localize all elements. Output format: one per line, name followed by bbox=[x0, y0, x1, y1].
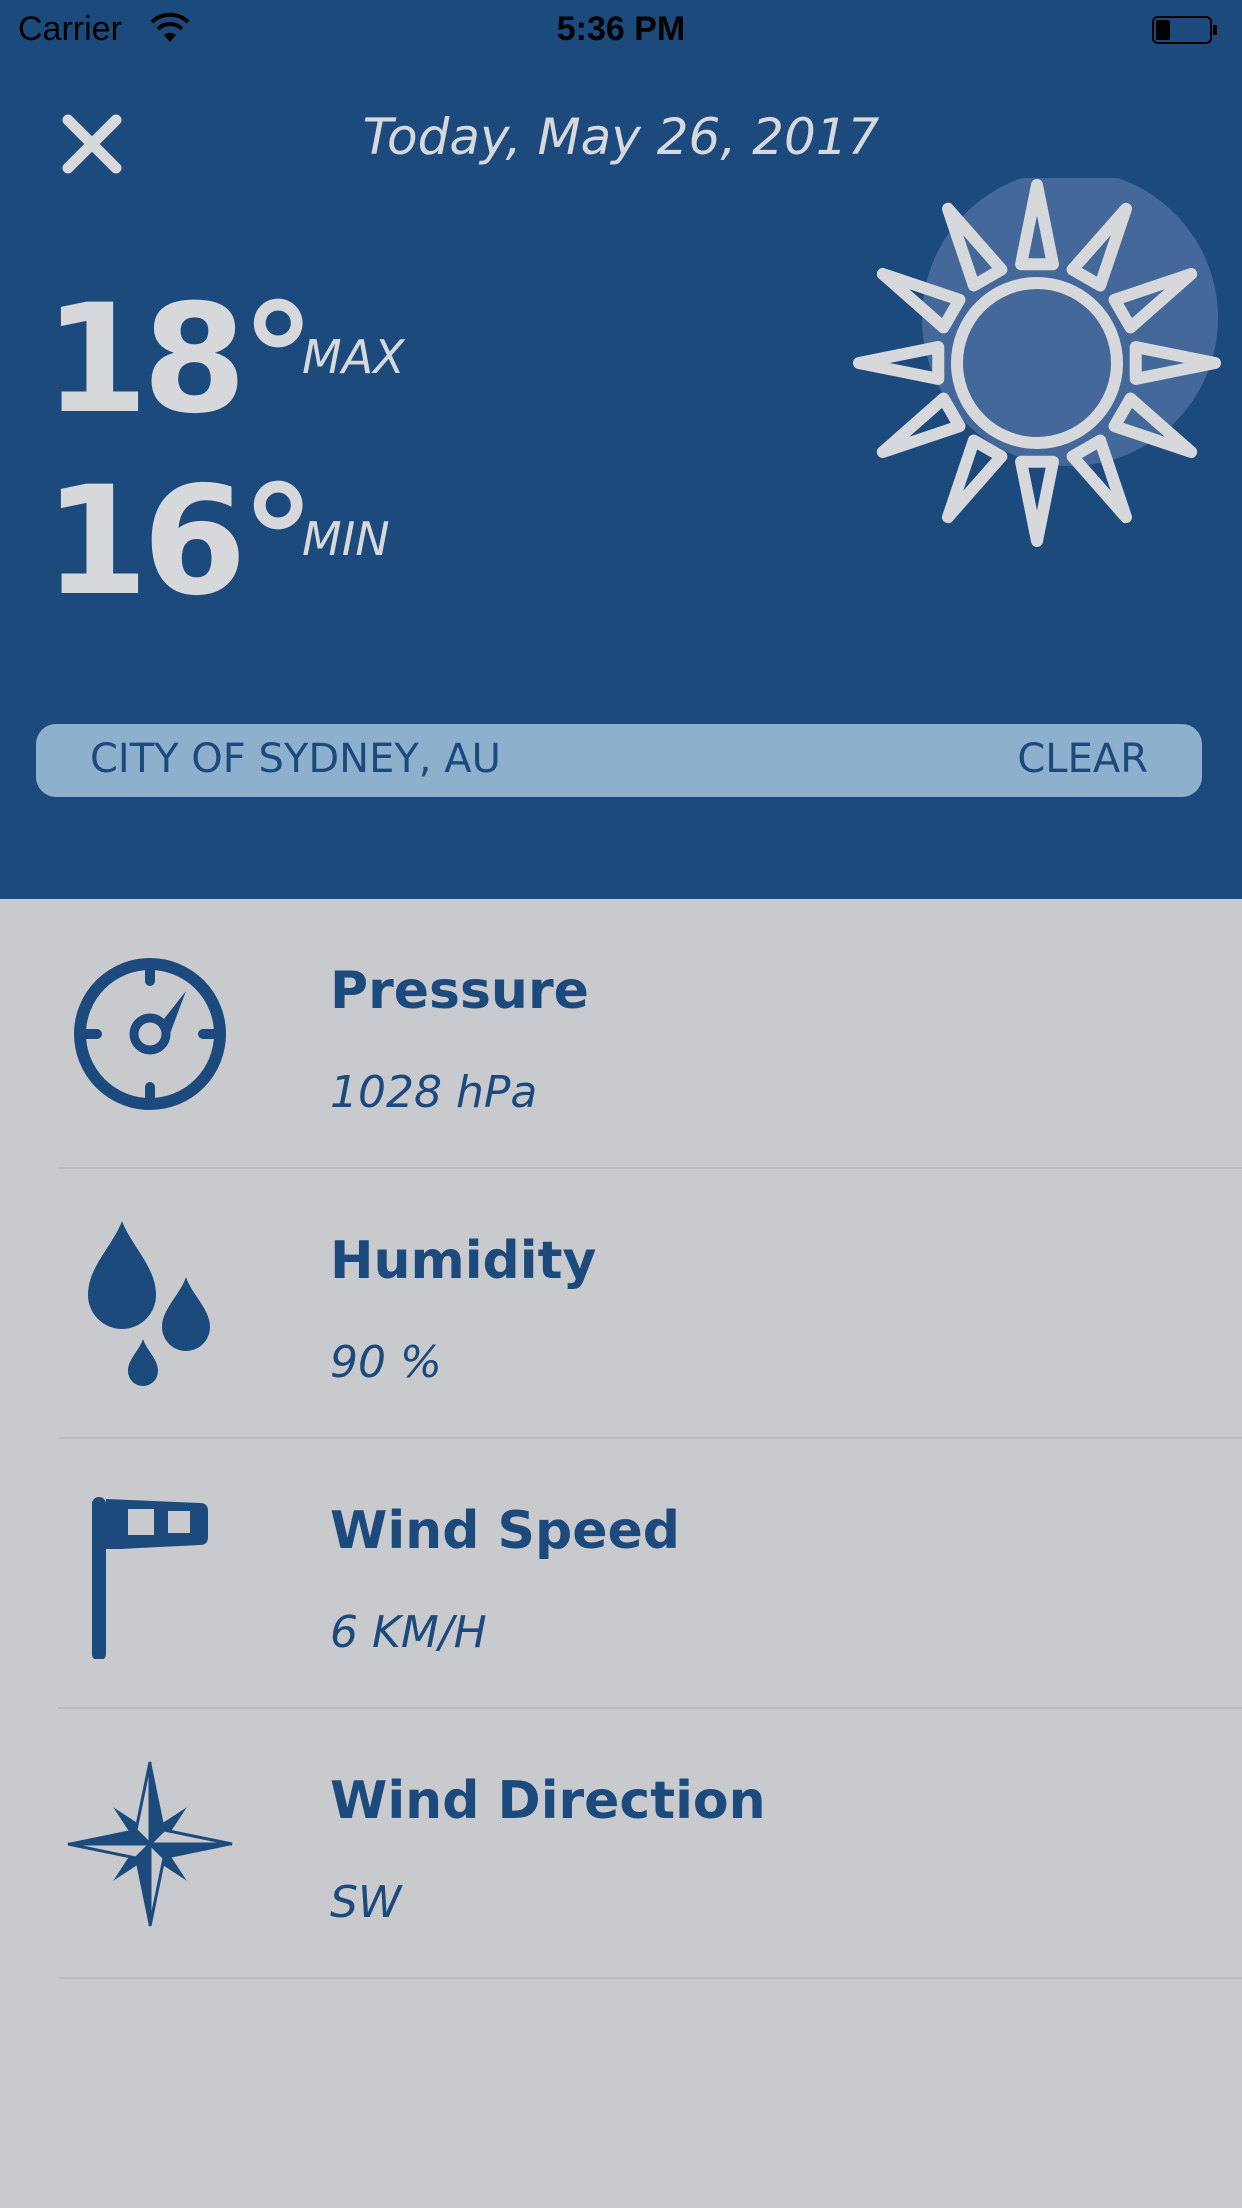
wind-direction-label: Wind Direction bbox=[330, 1771, 766, 1831]
weather-header: Carrier 5:36 PM Today, May 26, 2017 18° … bbox=[0, 0, 1242, 899]
windsock-flag-icon bbox=[92, 1497, 208, 1659]
divider bbox=[58, 1977, 1242, 1979]
detail-row-pressure: Pressure 1028 hPa bbox=[0, 899, 1242, 1169]
forecast-date: Today, May 26, 2017 bbox=[362, 108, 880, 166]
wind-direction-value: SW bbox=[330, 1877, 402, 1928]
detail-row-wind-direction: Wind Direction SW bbox=[0, 1709, 1242, 1979]
detail-row-humidity: Humidity 90 % bbox=[0, 1169, 1242, 1439]
min-temperature-label: MIN bbox=[302, 512, 390, 566]
water-drops-icon bbox=[88, 1221, 210, 1386]
wind-speed-value: 6 KM/H bbox=[330, 1607, 487, 1658]
battery-icon bbox=[1152, 16, 1217, 44]
sun-icon bbox=[853, 178, 1221, 547]
min-temperature: 16° bbox=[44, 455, 316, 629]
compass-gauge-icon bbox=[74, 958, 226, 1110]
pressure-value: 1028 hPa bbox=[330, 1067, 538, 1118]
humidity-value: 90 % bbox=[330, 1337, 442, 1388]
max-temperature: 18° bbox=[44, 273, 316, 447]
compass-rose-icon bbox=[67, 1761, 233, 1927]
status-time: 5:36 PM bbox=[556, 10, 686, 48]
weather-details-list: Pressure 1028 hPa Humidity 90 % Wind Spe… bbox=[0, 899, 1242, 1979]
clear-button[interactable]: CLEAR bbox=[1017, 736, 1148, 782]
humidity-label: Humidity bbox=[330, 1231, 597, 1291]
location-bar: CITY OF SYDNEY, AU CLEAR bbox=[36, 724, 1202, 797]
status-bar: Carrier 5:36 PM bbox=[0, 0, 1242, 62]
pressure-label: Pressure bbox=[330, 961, 589, 1021]
detail-row-wind-speed: Wind Speed 6 KM/H bbox=[0, 1439, 1242, 1709]
max-temperature-label: MAX bbox=[302, 330, 405, 384]
wind-speed-label: Wind Speed bbox=[330, 1501, 680, 1561]
location-name: CITY OF SYDNEY, AU bbox=[90, 736, 501, 782]
